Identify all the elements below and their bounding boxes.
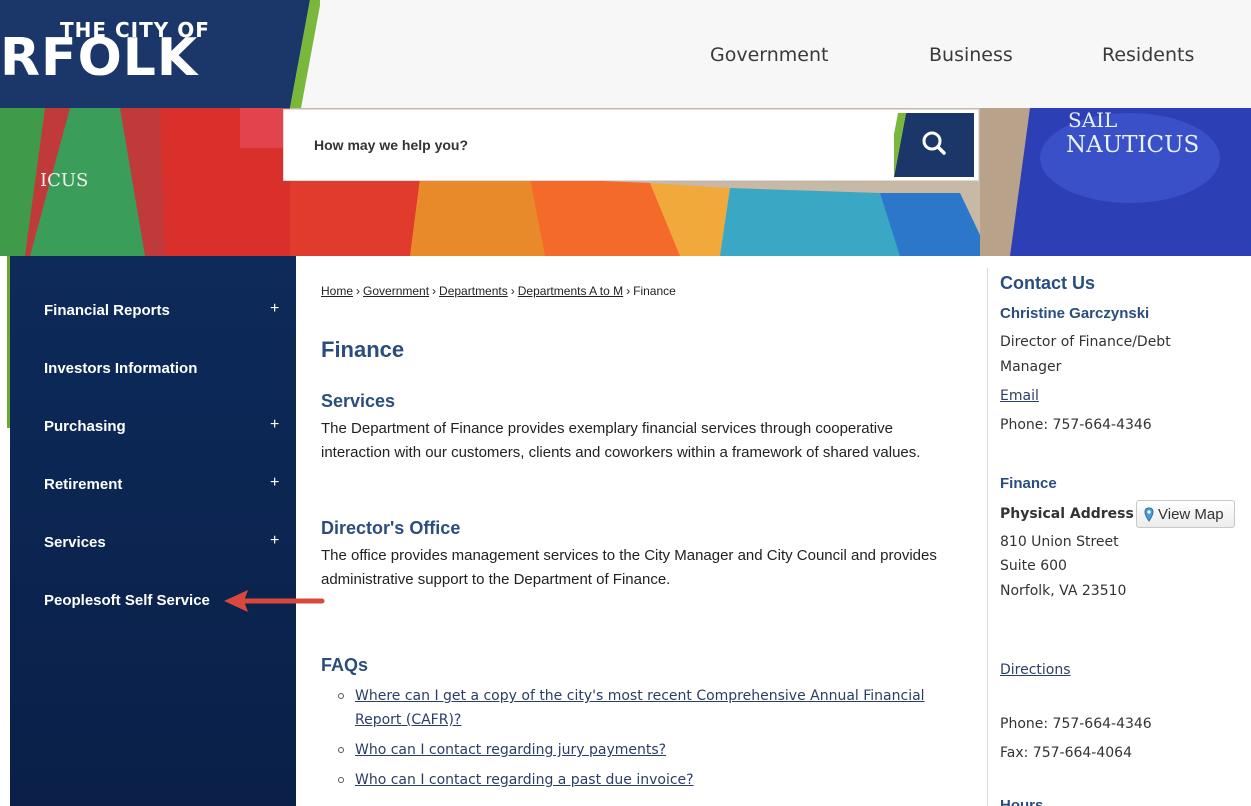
sail-text-icus: ICUS bbox=[40, 170, 89, 191]
contact-us-heading: Contact Us bbox=[1000, 273, 1096, 293]
site-header: THE CITY OF RFOLK Government Business Re… bbox=[0, 0, 1251, 108]
nav-business[interactable]: Business bbox=[929, 44, 1013, 66]
sidebar-nav: Financial Reports + Investors Informatio… bbox=[10, 256, 296, 806]
faq-link-jury-payments[interactable]: Who can I contact regarding jury payment… bbox=[355, 742, 666, 758]
column-divider bbox=[987, 268, 988, 806]
breadcrumb-departments[interactable]: Departments bbox=[439, 284, 508, 298]
sidebar-item-label: Financial Reports bbox=[44, 302, 170, 319]
view-map-label: View Map bbox=[1158, 506, 1224, 523]
faq-item: Who can I contact regarding jury payment… bbox=[338, 738, 958, 762]
faq-link-past-due-invoice[interactable]: Who can I contact regarding a past due i… bbox=[355, 772, 694, 788]
physical-address-label: Physical Address bbox=[1000, 506, 1134, 522]
sidebar-item-purchasing[interactable]: Purchasing + bbox=[10, 398, 296, 456]
contact-phone: Phone: 757-664-4346 bbox=[1000, 417, 1152, 433]
sidebar-item-label: Retirement bbox=[44, 476, 123, 493]
address-line1: 810 Union Street bbox=[1000, 534, 1119, 550]
breadcrumb-government[interactable]: Government bbox=[363, 284, 429, 298]
hours-heading: Hours bbox=[1000, 797, 1044, 806]
sail-text-nauticus: NAUTICUS bbox=[1066, 132, 1200, 158]
directions-link[interactable]: Directions bbox=[1000, 662, 1071, 678]
search-button[interactable] bbox=[894, 113, 974, 177]
page-title: Finance bbox=[321, 337, 405, 362]
faq-list: Where can I get a copy of the city's mos… bbox=[338, 684, 958, 798]
sail-text-sail: SAIL bbox=[1068, 108, 1118, 132]
bullet-icon bbox=[338, 777, 344, 783]
address-line2: Suite 600 bbox=[1000, 558, 1067, 574]
annotation-arrow-icon bbox=[224, 590, 325, 612]
expand-plus-icon[interactable]: + bbox=[270, 474, 279, 492]
directors-office-paragraph: The office provides management services … bbox=[321, 547, 937, 588]
search-input[interactable] bbox=[284, 110, 894, 180]
breadcrumb-separator: › bbox=[510, 284, 515, 298]
breadcrumb: Home › Government › Departments › Departments … bbox=[321, 284, 676, 298]
logo-big-text: RFOLK bbox=[0, 28, 199, 88]
finance-dept-heading: Finance bbox=[1000, 475, 1057, 492]
breadcrumb-home[interactable]: Home bbox=[321, 284, 353, 298]
sidebar-item-financial-reports[interactable]: Financial Reports + bbox=[10, 282, 296, 340]
sidebar-item-retirement[interactable]: Retirement + bbox=[10, 456, 296, 514]
faqs-heading: FAQs bbox=[321, 655, 369, 675]
breadcrumb-departments-a-to-m[interactable]: Departments A to M bbox=[518, 284, 623, 298]
sidebar-item-label: Investors Information bbox=[44, 360, 198, 377]
contact-title-line2: Manager bbox=[1000, 359, 1062, 375]
breadcrumb-current: Finance bbox=[633, 284, 676, 298]
view-map-button[interactable]: View Map bbox=[1136, 500, 1235, 528]
breadcrumb-separator: › bbox=[432, 284, 437, 298]
search-bar bbox=[284, 110, 978, 180]
expand-plus-icon[interactable]: + bbox=[270, 300, 279, 318]
services-heading: Services bbox=[321, 391, 396, 411]
sidebar-item-label: Services bbox=[44, 534, 106, 551]
faq-link-cafr[interactable]: Where can I get a copy of the city's mos… bbox=[355, 688, 925, 728]
bullet-icon bbox=[338, 693, 344, 699]
nav-residents[interactable]: Residents bbox=[1102, 44, 1194, 66]
contact-name: Christine Garczynski bbox=[1000, 305, 1150, 322]
faq-item: Who can I contact regarding a past due i… bbox=[338, 768, 958, 792]
sidebar-item-label: Peoplesoft Self Service bbox=[44, 592, 210, 609]
dept-phone: Phone: 757-664-4346 bbox=[1000, 716, 1152, 732]
breadcrumb-separator: › bbox=[356, 284, 361, 298]
expand-plus-icon[interactable]: + bbox=[270, 532, 279, 550]
contact-email-link[interactable]: Email bbox=[1000, 388, 1039, 404]
expand-plus-icon[interactable]: + bbox=[270, 416, 279, 434]
directors-office-heading: Director's Office bbox=[321, 518, 461, 538]
nav-government[interactable]: Government bbox=[710, 44, 829, 66]
sidebar-item-services[interactable]: Services + bbox=[10, 514, 296, 572]
sidebar-item-investors-information[interactable]: Investors Information bbox=[10, 340, 296, 398]
search-icon bbox=[894, 113, 974, 177]
contact-title-line1: Director of Finance/Debt bbox=[1000, 334, 1171, 350]
city-logo[interactable]: THE CITY OF RFOLK bbox=[0, 0, 320, 108]
sidebar-item-label: Purchasing bbox=[44, 418, 126, 435]
services-paragraph: The Department of Finance provides exemp… bbox=[321, 420, 921, 461]
breadcrumb-separator: › bbox=[626, 284, 631, 298]
dept-fax: Fax: 757-664-4064 bbox=[1000, 745, 1132, 761]
faq-item: Where can I get a copy of the city's mos… bbox=[338, 684, 958, 732]
address-line3: Norfolk, VA 23510 bbox=[1000, 583, 1127, 599]
bullet-icon bbox=[338, 747, 344, 753]
map-pin-icon bbox=[1144, 507, 1154, 522]
